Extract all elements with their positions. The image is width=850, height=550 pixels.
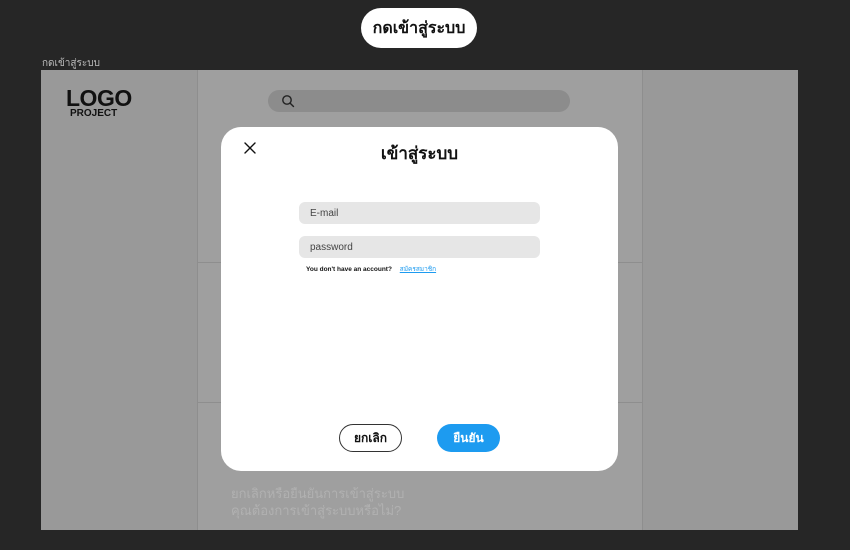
register-prompt: You don't have an account? สมัครสมาชิก — [306, 264, 436, 274]
logo: LOGO PROJECT — [66, 87, 132, 119]
password-field[interactable] — [299, 236, 540, 258]
confirm-button[interactable]: ยืนยัน — [437, 424, 500, 452]
background-text: ยกเลิกหรือยืนยันการเข้าสู่ระบบ คุณต้องกา… — [231, 485, 404, 519]
register-link[interactable]: สมัครสมาชิก — [400, 266, 436, 273]
search-icon — [282, 95, 295, 108]
login-modal: เข้าสู่ระบบ You don't have an account? ส… — [221, 127, 618, 471]
background-text-line: ยกเลิกหรือยืนยันการเข้าสู่ระบบ — [231, 486, 405, 501]
right-sidebar — [643, 70, 798, 530]
search-bar[interactable] — [268, 90, 570, 112]
cancel-button[interactable]: ยกเลิก — [339, 424, 402, 452]
frame-label: กดเข้าสู่ระบบ — [42, 58, 100, 69]
account-question: You don't have an account? — [306, 266, 392, 273]
login-trigger-button[interactable]: กดเข้าสู่ระบบ — [361, 8, 477, 48]
email-field[interactable] — [299, 202, 540, 224]
left-sidebar: LOGO PROJECT — [41, 70, 197, 530]
modal-title: เข้าสู่ระบบ — [380, 144, 459, 163]
logo-main-text: LOGO — [66, 85, 132, 111]
background-text-line: คุณต้องการเข้าสู่ระบบหรือไม่? — [231, 503, 402, 518]
